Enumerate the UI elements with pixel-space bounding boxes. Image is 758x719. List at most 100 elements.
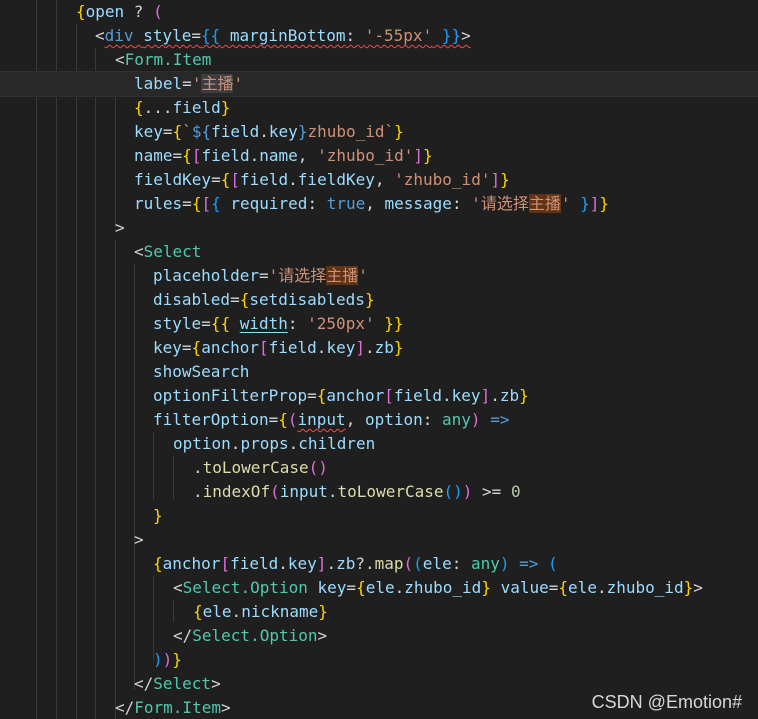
code-token: field (172, 98, 221, 117)
code-line[interactable]: fieldKey={[field.fieldKey, 'zhubo_id']} (0, 168, 758, 192)
code-line[interactable]: name={[field.name, 'zhubo_id']} (0, 144, 758, 168)
code-token: : (307, 194, 327, 213)
code-token: } (318, 602, 328, 621)
code-token: < (95, 26, 105, 45)
code-line[interactable]: rules={[{ required: true, message: '请选择主… (0, 192, 758, 216)
code-token: ' (560, 194, 571, 213)
code-token: label (134, 74, 183, 93)
code-token: field (239, 170, 289, 189)
code-token: . (394, 578, 405, 597)
code-token: ? (124, 2, 154, 21)
code-line[interactable]: showSearch (0, 360, 758, 384)
code-line[interactable]: > (0, 528, 758, 552)
code-token: {{ (201, 26, 221, 45)
code-token: = (162, 122, 173, 141)
code-token: key (326, 338, 356, 357)
code-token: : (422, 410, 443, 429)
code-token: Select.Option (182, 578, 308, 597)
code-token: ] (316, 554, 327, 573)
code-line[interactable]: .toLowerCase() (0, 456, 758, 480)
code-token: disabled (153, 290, 231, 309)
code-token: 主播 (201, 74, 234, 93)
code-token: ${ (191, 122, 212, 141)
code-token: { (134, 98, 144, 117)
code-token: : (451, 194, 472, 213)
code-token: => (480, 410, 510, 429)
code-token: [ (201, 194, 212, 213)
code-line[interactable]: disabled={setdisableds} (0, 288, 758, 312)
code-token: ] (589, 194, 600, 213)
code-line[interactable]: <Form.Item (0, 48, 758, 72)
code-line[interactable]: placeholder='请选择主播' (0, 264, 758, 288)
code-line[interactable]: <div style={{ marginBottom: '-55px' }}> (0, 24, 758, 48)
code-token: </ (115, 698, 135, 717)
code-token: anchor (162, 554, 221, 573)
code-token: rules (134, 194, 183, 213)
code-token: field (211, 122, 260, 141)
code-line[interactable]: key={anchor[field.key].zb} (0, 336, 758, 360)
code-token: { (76, 2, 86, 21)
code-token: ( (287, 410, 298, 429)
code-token: () (308, 458, 328, 477)
code-token: filterOption (153, 410, 269, 429)
code-line[interactable]: option.props.children (0, 432, 758, 456)
code-line[interactable]: <Select (0, 240, 758, 264)
code-token: . (596, 578, 607, 597)
code-line[interactable]: style={{ width: '250px' }} (0, 312, 758, 336)
code-line[interactable]: {ele.nickname} (0, 600, 758, 624)
code-token: , (374, 170, 395, 189)
code-token: nickname (241, 602, 319, 621)
code-token: { (239, 290, 250, 309)
code-token: < (173, 578, 183, 597)
code-line[interactable]: {...field} (0, 96, 758, 120)
code-line[interactable]: {open ? ( (0, 0, 758, 24)
code-token: ' (191, 74, 202, 93)
code-token: map (374, 554, 404, 573)
code-token: => (509, 554, 549, 573)
code-token: anchor (326, 386, 385, 405)
code-token: field (268, 338, 317, 357)
code-line[interactable]: </Select.Option> (0, 624, 758, 648)
code-token: > (115, 218, 125, 237)
code-line[interactable]: ))} (0, 648, 758, 672)
code-token: < (115, 50, 125, 69)
code-token: fieldKey (134, 170, 212, 189)
code-token: = (201, 314, 211, 333)
code-token: field (230, 554, 279, 573)
code-token: anchor (201, 338, 259, 357)
code-token: width (239, 314, 288, 333)
code-token: } (423, 146, 433, 165)
code-line[interactable]: filterOption={(input, option: any) => (0, 408, 758, 432)
code-token: toLowerCase (337, 482, 444, 501)
code-token: indexOf (202, 482, 271, 501)
code-line[interactable]: label='主播' (0, 71, 758, 97)
code-line[interactable]: {anchor[field.key].zb?.map((ele: any) =>… (0, 552, 758, 576)
code-token: > (134, 530, 144, 549)
code-token: = (346, 578, 357, 597)
code-token: , (345, 410, 365, 429)
code-token: Form.Item (124, 50, 212, 69)
code-line[interactable]: .indexOf(input.toLowerCase()) >= 0 (0, 480, 758, 504)
code-token: 主播 (326, 266, 359, 285)
code-token: ] (490, 170, 501, 189)
code-token: message (384, 194, 452, 213)
code-token: ) (499, 554, 510, 573)
code-token: = (172, 146, 183, 165)
code-line[interactable]: optionFilterProp={anchor[field.key].zb} (0, 384, 758, 408)
code-editor[interactable]: {open ? (<div style={{ marginBottom: '-5… (0, 0, 758, 719)
code-token: setdisableds (249, 290, 365, 309)
code-token: = (182, 194, 192, 213)
code-line[interactable]: } (0, 504, 758, 528)
code-token: . (327, 482, 338, 501)
code-token: any (470, 554, 500, 573)
code-line[interactable]: <Select.Option key={ele.zhubo_id} value=… (0, 576, 758, 600)
code-token: key (451, 386, 481, 405)
code-token: ele (568, 578, 597, 597)
code-line[interactable]: key={`${field.key}zhubo_id`} (0, 120, 758, 144)
code-token: field (393, 386, 443, 405)
code-token: name (134, 146, 173, 165)
code-token: }} (374, 314, 404, 333)
code-token: = (307, 386, 317, 405)
code-line[interactable]: > (0, 216, 758, 240)
